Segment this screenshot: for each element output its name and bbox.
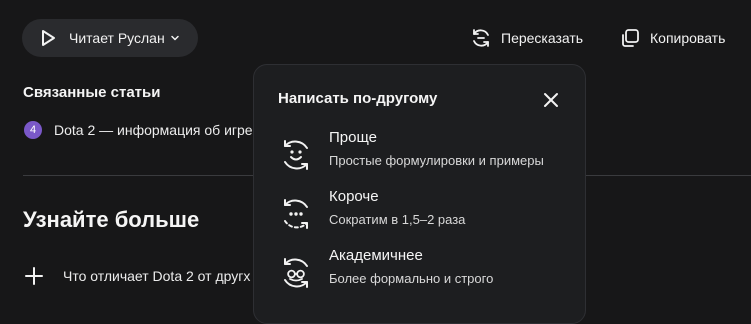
option-simpler[interactable]: Проще Простые формулировки и примеры xyxy=(276,129,576,175)
option-title: Академичнее xyxy=(329,247,423,264)
glasses-refresh-icon xyxy=(276,253,316,293)
smile-refresh-icon xyxy=(276,135,316,175)
learn-more-item[interactable]: Что отличает Dota 2 от другх игр xyxy=(24,266,275,286)
option-subtitle: Сократим в 1,5–2 раза xyxy=(329,212,466,227)
chevron-down-icon xyxy=(170,33,180,43)
play-icon xyxy=(38,28,58,48)
dots-refresh-icon xyxy=(276,194,316,234)
close-icon xyxy=(540,89,562,111)
option-subtitle: Простые формулировки и примеры xyxy=(329,153,544,168)
plus-icon xyxy=(24,266,44,286)
option-shorter[interactable]: Короче Сократим в 1,5–2 раза xyxy=(276,188,576,234)
related-article-number: 4 xyxy=(24,121,42,139)
retell-button[interactable]: Пересказать xyxy=(470,24,583,52)
retell-icon xyxy=(470,27,492,49)
related-article-item[interactable]: 4 Dota 2 — информация об игре xyxy=(24,121,253,139)
rewrite-popup: Написать по-другому Проще Простые формул… xyxy=(253,64,586,324)
option-academic[interactable]: Академичнее Более формально и строго xyxy=(276,247,576,293)
reader-button[interactable]: Читает Руслан xyxy=(22,19,198,57)
option-subtitle: Более формально и строго xyxy=(329,271,494,286)
related-articles-title: Связанные статьи xyxy=(23,84,161,101)
copy-label: Копировать xyxy=(650,30,726,46)
related-article-text: Dota 2 — информация об игре xyxy=(54,122,253,138)
option-title: Короче xyxy=(329,188,379,205)
learn-more-title: Узнайте больше xyxy=(23,207,200,232)
copy-icon xyxy=(619,27,641,49)
learn-more-item-text: Что отличает Dota 2 от другх игр xyxy=(63,268,275,284)
reader-label: Читает Руслан xyxy=(69,30,165,46)
option-title: Проще xyxy=(329,129,377,146)
copy-button[interactable]: Копировать xyxy=(619,24,725,52)
retell-label: Пересказать xyxy=(501,30,584,46)
close-button[interactable] xyxy=(540,89,562,111)
popup-title: Написать по-другому xyxy=(278,90,438,107)
